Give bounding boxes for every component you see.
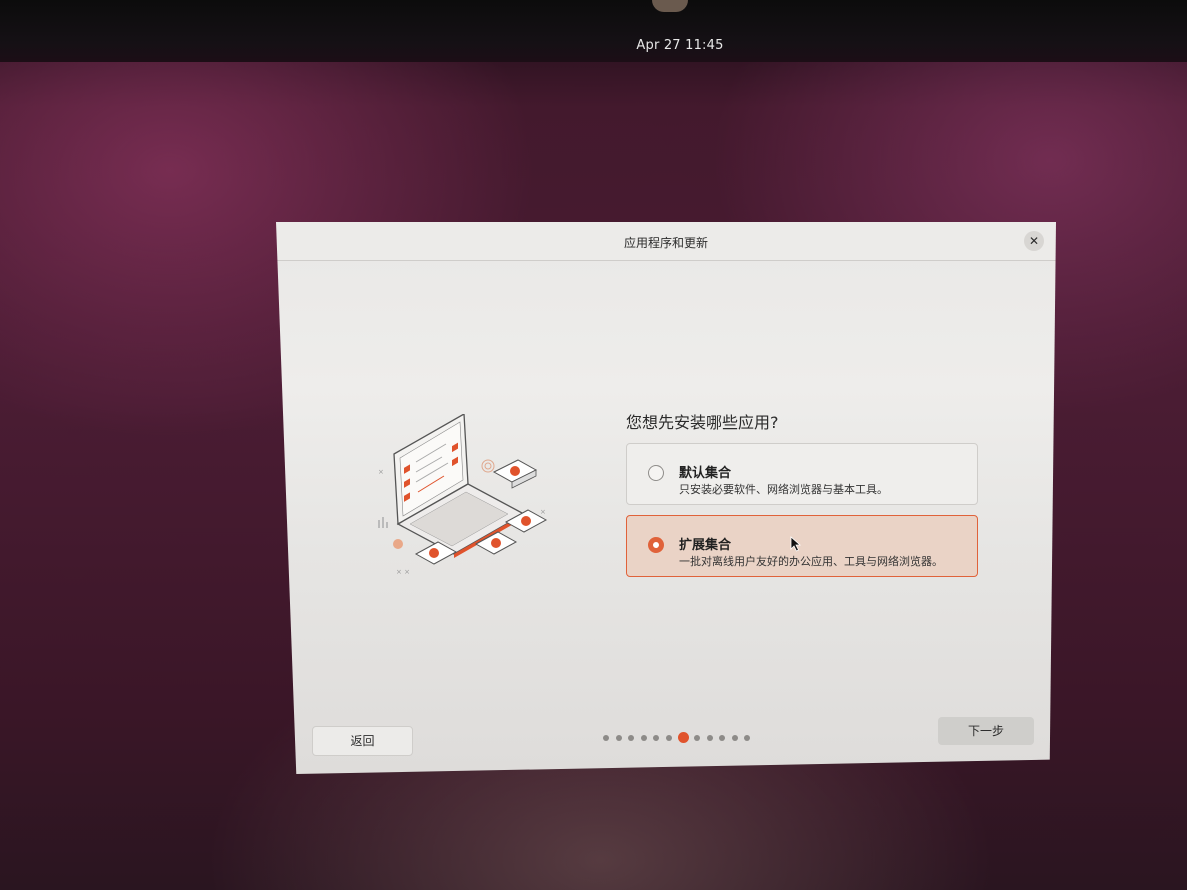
- mouse-pointer-icon: [790, 536, 802, 552]
- option-description: 一批对离线用户友好的办公应用、工具与网络浏览器。: [679, 555, 943, 568]
- page-dot: [641, 735, 647, 741]
- option-extended-collection[interactable]: 扩展集合 一批对离线用户友好的办公应用、工具与网络浏览器。: [626, 515, 978, 577]
- svg-text:× ×: × ×: [396, 568, 410, 576]
- question-heading: 您想先安装哪些应用?: [626, 413, 779, 432]
- setup-dialog: 应用程序和更新 ✕ × × × × 您想先安装哪些应用? 默认集合 只安装必要软…: [276, 222, 1056, 774]
- clock[interactable]: Apr 27 11:45: [0, 38, 1187, 53]
- page-dot: [732, 735, 738, 741]
- next-button[interactable]: 下一步: [938, 717, 1034, 745]
- page-dot: [707, 735, 713, 741]
- page-dot: [694, 735, 700, 741]
- option-title: 扩展集合: [679, 538, 732, 553]
- page-dot: [603, 735, 609, 741]
- page-dot: [666, 735, 672, 741]
- page-dot-active: [678, 732, 689, 743]
- page-dot: [719, 735, 725, 741]
- option-description: 只安装必要软件、网络浏览器与基本工具。: [679, 483, 888, 496]
- option-title: 默认集合: [679, 466, 732, 481]
- close-button[interactable]: ✕: [1024, 231, 1044, 251]
- close-icon: ✕: [1028, 234, 1040, 248]
- svg-text:×: ×: [540, 508, 546, 516]
- back-button[interactable]: 返回: [312, 726, 413, 756]
- radio-extended-collection[interactable]: [648, 537, 664, 553]
- dialog-titlebar: 应用程序和更新 ✕: [276, 222, 1056, 261]
- top-bar: Apr 27 11:45: [0, 0, 1187, 62]
- page-dot: [628, 735, 634, 741]
- page-dot: [744, 735, 750, 741]
- radio-default-collection[interactable]: [648, 465, 664, 481]
- svg-text:×: ×: [378, 468, 384, 476]
- page-indicator: [603, 732, 757, 744]
- laptop-apps-illustration: × × × ×: [376, 414, 556, 584]
- dialog-title: 应用程序和更新: [623, 236, 708, 250]
- page-dot: [653, 735, 659, 741]
- option-default-collection[interactable]: 默认集合 只安装必要软件、网络浏览器与基本工具。: [626, 443, 978, 505]
- camera-notch: [652, 0, 688, 12]
- page-dot: [616, 735, 622, 741]
